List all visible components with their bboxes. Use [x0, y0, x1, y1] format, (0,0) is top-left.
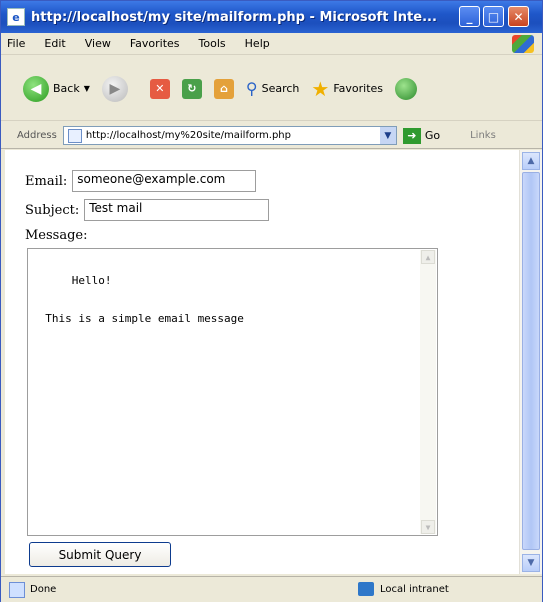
favorites-button[interactable]: ★ Favorites	[311, 77, 383, 101]
page-scroll-down-icon[interactable]: ▼	[522, 554, 540, 572]
refresh-button[interactable]: ↻	[181, 78, 202, 99]
message-textarea[interactable]: Hello! This is a simple email message ▲ …	[27, 248, 438, 536]
scroll-down-icon[interactable]: ▼	[421, 520, 435, 534]
refresh-icon: ↻	[181, 78, 202, 99]
intranet-icon	[358, 582, 374, 596]
ie-icon: e	[7, 8, 25, 26]
menu-view[interactable]: View	[85, 37, 111, 50]
home-button[interactable]: ⌂	[213, 78, 234, 99]
favorites-label: Favorites	[333, 82, 384, 95]
message-label: Message:	[25, 228, 88, 243]
subject-row: Subject: Test mail	[25, 199, 270, 221]
title-bar[interactable]: e http://localhost/my site/mailform.php …	[1, 1, 542, 33]
address-url: http://localhost/my%20site/mailform.php	[85, 130, 291, 141]
email-label: Email:	[25, 173, 68, 189]
menu-file[interactable]: File	[7, 37, 25, 50]
message-scrollbar[interactable]: ▲ ▼	[420, 250, 436, 534]
menu-favorites[interactable]: Favorites	[130, 37, 180, 50]
search-label: Search	[261, 82, 300, 95]
menu-edit[interactable]: Edit	[44, 37, 65, 50]
subject-field[interactable]: Test mail	[84, 199, 270, 221]
stop-icon: ✕	[149, 78, 170, 99]
forward-arrow-icon: ▶	[101, 75, 128, 102]
page-scroll-thumb[interactable]	[522, 172, 540, 550]
menu-bar: File Edit View Favorites Tools Help	[1, 33, 542, 55]
address-dropdown-icon[interactable]: ▼	[379, 127, 396, 144]
go-label: Go	[424, 129, 441, 142]
subject-label: Subject:	[25, 202, 80, 218]
minimize-button[interactable]: _	[459, 6, 480, 27]
page-icon	[67, 128, 82, 143]
page-content: Email: someone@example.com Subject: Test…	[5, 150, 519, 574]
back-button[interactable]: ◀ Back ▼	[23, 75, 90, 102]
search-button[interactable]: ⚲ Search	[246, 79, 300, 98]
favorites-star-icon: ★	[311, 76, 330, 101]
submit-button[interactable]: Submit Query	[29, 542, 171, 567]
back-dropdown-icon[interactable]: ▼	[84, 84, 90, 93]
window-title: http://localhost/my site/mailform.php - …	[31, 9, 437, 25]
go-button[interactable]: ➜ Go	[402, 127, 441, 144]
message-row: Message:	[25, 228, 88, 243]
menu-tools[interactable]: Tools	[199, 37, 226, 50]
forward-button[interactable]: ▶	[101, 75, 128, 102]
toolbar: ◀ Back ▼ ▶ ✕ ↻ ⌂ ⚲ Search ★ Favorites	[1, 57, 542, 121]
maximize-button[interactable]: □	[483, 6, 504, 27]
message-text: Hello! This is a simple email message	[45, 274, 244, 325]
email-row: Email: someone@example.com	[25, 170, 257, 192]
zone-text: Local intranet	[380, 583, 449, 595]
stop-button[interactable]: ✕	[149, 78, 170, 99]
page-scrollbar[interactable]: ▲ ▼	[519, 150, 542, 574]
page-done-icon	[9, 581, 25, 598]
close-button[interactable]: ✕	[508, 6, 529, 27]
address-bar: Address http://localhost/my%20site/mailf…	[1, 123, 542, 149]
search-icon: ⚲	[245, 79, 258, 98]
address-input[interactable]: http://localhost/my%20site/mailform.php …	[62, 126, 397, 145]
browser-window: e http://localhost/my site/mailform.php …	[0, 0, 543, 602]
menu-help[interactable]: Help	[245, 37, 270, 50]
page-scroll-up-icon[interactable]: ▲	[522, 152, 540, 170]
back-arrow-icon: ◀	[23, 75, 49, 102]
status-bar: Done Local intranet	[1, 576, 542, 602]
links-button[interactable]: Links	[470, 130, 496, 141]
email-field[interactable]: someone@example.com	[72, 170, 257, 192]
security-zone: Local intranet	[358, 582, 449, 596]
status-text: Done	[30, 584, 57, 595]
media-button[interactable]	[395, 77, 418, 100]
home-icon: ⌂	[213, 78, 234, 99]
windows-logo-icon	[512, 35, 534, 53]
back-label: Back	[53, 82, 80, 95]
scroll-up-icon[interactable]: ▲	[421, 250, 435, 264]
address-label: Address	[17, 130, 57, 141]
go-arrow-icon: ➜	[402, 127, 421, 144]
media-icon	[395, 77, 418, 100]
